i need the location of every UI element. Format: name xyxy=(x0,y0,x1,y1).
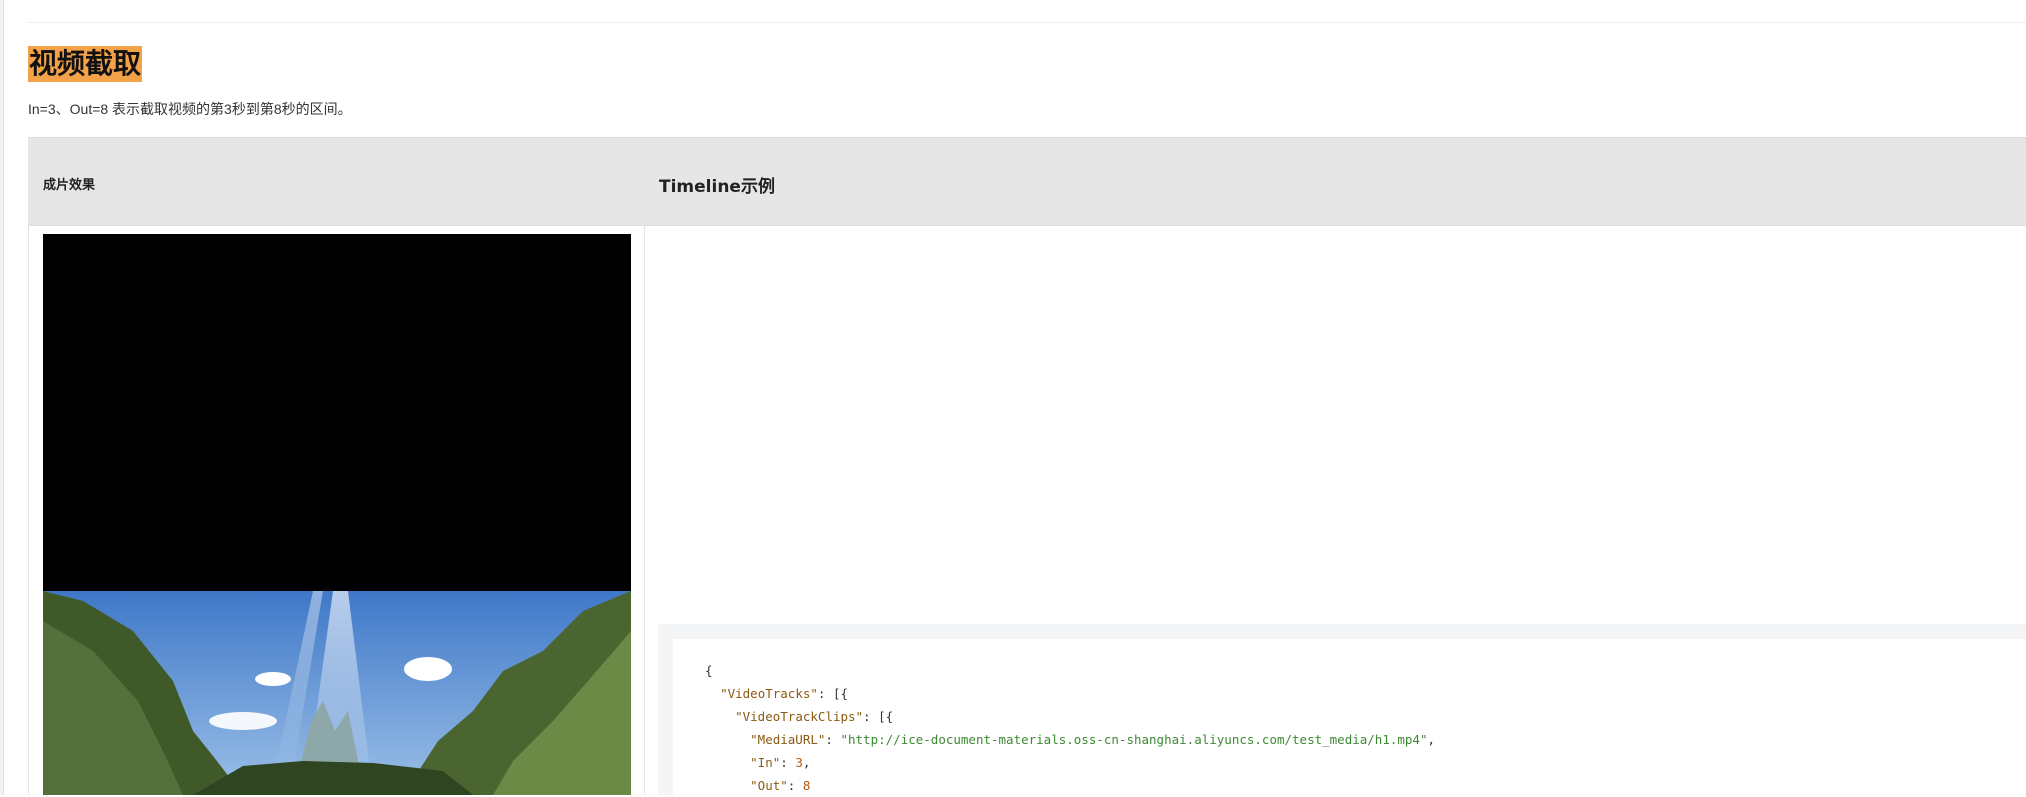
code-value-out: 8 xyxy=(802,778,811,793)
code-key-mediaurl: "MediaURL" xyxy=(750,732,826,747)
code-value-mediaurl: "http://ice-document-materials.oss-cn-sh… xyxy=(840,732,1428,747)
video-player[interactable] xyxy=(43,234,631,795)
section-description: In=3、Out=8 表示截取视频的第3秒到第8秒的区间。 xyxy=(28,101,352,117)
code-open-brace: { xyxy=(705,663,713,678)
code-key-videotracks: "VideoTracks" xyxy=(720,686,818,701)
code-key-in: "In" xyxy=(750,755,781,770)
example-table: 成片效果 Timeline示例 {"VideoTracks": [{"Vid… xyxy=(28,137,2026,795)
code-block: { "VideoTracks": [{ "VideoTrackClips": [… xyxy=(658,624,2026,795)
table-header-row: 成片效果 Timeline示例 xyxy=(29,137,2026,226)
left-scroll-edge xyxy=(0,0,4,795)
header-timeline: Timeline示例 xyxy=(659,177,775,197)
column-divider xyxy=(644,137,645,795)
section-heading: 视频截取 xyxy=(28,46,143,82)
code-punct: : [{ xyxy=(817,686,849,701)
top-divider xyxy=(28,22,2026,23)
code-value-in: 3 xyxy=(795,755,803,770)
code-panel: { "VideoTracks": [{ "VideoTrackClips": [… xyxy=(673,639,2026,795)
video-frame-landscape xyxy=(43,591,631,795)
code-key-videotrackclips: "VideoTrackClips" xyxy=(735,709,864,724)
code-punct: : [{ xyxy=(863,709,894,724)
code-key-out: "Out" xyxy=(750,778,788,793)
timeline-json-code: { "VideoTracks": [{ "VideoTrackClips": [… xyxy=(705,663,1436,793)
header-result: 成片效果 xyxy=(43,178,96,193)
